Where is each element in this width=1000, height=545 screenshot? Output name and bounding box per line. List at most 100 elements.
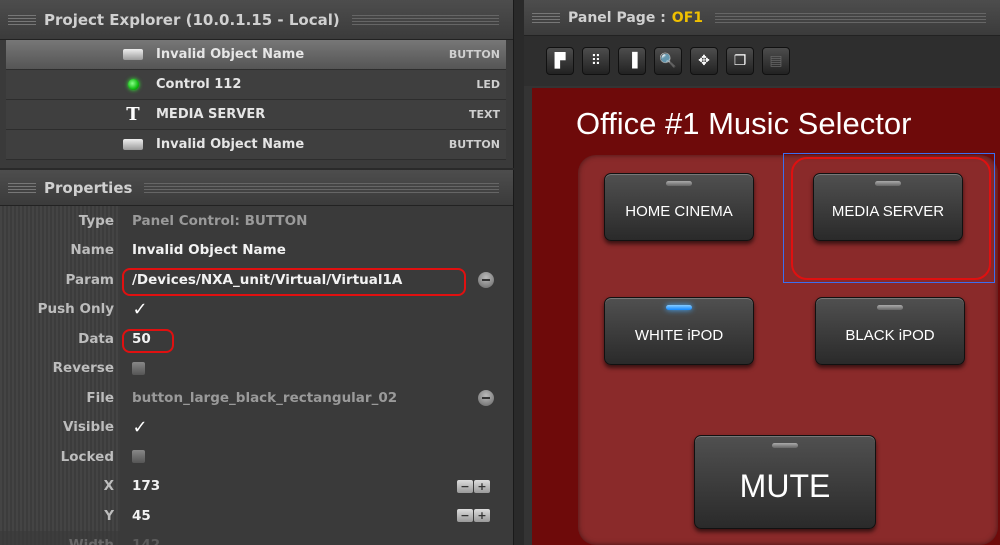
property-name-field[interactable]: Invalid Object Name [120,236,514,266]
properties-titlebar[interactable]: Properties [0,170,513,206]
panel-page-name: OF1 [671,9,704,26]
panel-page-panel: Panel Page : OF1 ▛ ⠿ ▐ 🔍 ✥ ❐ ▤ Office #1… [524,0,1000,545]
minus-icon[interactable]: − [457,479,473,493]
property-param-field[interactable]: /Devices/NXA_unit/Virtual/Virtual1A [132,272,402,288]
property-row-y: Y 45 − + [0,501,514,531]
button-label: BLACK iPOD [845,326,935,344]
property-row-name: Name Invalid Object Name [0,235,514,266]
properties-panel: Properties Type Panel Control: BUTTON Na… [0,170,514,545]
locked-checkbox[interactable] [132,450,145,464]
property-file-field[interactable]: button_large_black_rectangular_02 [132,390,397,406]
snap-icon[interactable]: ▐ [618,47,646,75]
list-item-type: BUTTON [448,48,500,61]
list-item[interactable]: Control 112 LED [6,70,506,100]
list-item[interactable]: Invalid Object Name BUTTON [6,40,506,70]
led-indicator [666,305,692,310]
property-data-field[interactable]: 50 [120,324,514,354]
copy-icon[interactable]: ❐ [726,47,754,75]
plus-icon[interactable]: + [474,479,490,493]
canvas-title: Office #1 Music Selector [576,106,912,141]
list-item[interactable]: Invalid Object Name BUTTON [6,130,506,160]
property-row-file: File button_large_black_rectangular_02 [0,383,514,413]
zoom-icon[interactable]: 🔍 [654,47,682,75]
property-label: Type [0,206,120,236]
property-y-field[interactable]: 45 [132,508,151,524]
list-item-name: MEDIA SERVER [156,107,266,122]
list-item-name: Invalid Object Name [156,47,305,62]
property-type-value: Panel Control: BUTTON [132,212,308,229]
property-label: Visible [0,412,120,442]
black-ipod-button[interactable]: BLACK iPOD [815,297,965,365]
grip-icon [715,12,986,23]
grip-icon [8,182,36,193]
paste-icon[interactable]: ▤ [762,47,790,75]
properties-grid: Type Panel Control: BUTTON Name Invalid … [0,206,514,545]
property-x-field[interactable]: 173 [132,478,160,494]
panel-page-titlebar[interactable]: Panel Page : OF1 [524,0,1000,36]
properties-title: Properties [44,178,133,197]
visible-checkbox[interactable]: ✓ [132,417,148,438]
led-icon [127,79,139,90]
button-label: WHITE iPOD [634,326,724,344]
minus-icon[interactable]: − [457,509,473,523]
property-label: Data [0,324,120,354]
led-indicator [877,305,903,310]
panel-canvas: Office #1 Music Selector HOME CINEMA MED… [532,88,1000,545]
property-row-x: X 173 − + [0,471,514,501]
list-item-type: LED [476,78,500,91]
property-label: Y [0,501,120,531]
button-label: MUTE [739,467,831,504]
property-label: Width [0,530,120,545]
property-width-field[interactable]: 142 [120,531,514,545]
selection-box [783,153,995,283]
led-indicator [666,181,692,186]
property-label: Name [0,235,120,265]
reverse-checkbox[interactable] [132,361,145,375]
x-stepper[interactable]: − + [457,479,490,493]
button-label: HOME CINEMA [625,202,733,220]
param-browse-button[interactable] [478,271,494,288]
file-browse-button[interactable] [478,389,494,406]
home-cinema-button[interactable]: HOME CINEMA [604,173,754,241]
grip-icon [351,14,499,25]
list-item-type: BUTTON [448,138,500,151]
property-row-width: Width 142 [0,530,514,545]
y-stepper[interactable]: − + [457,509,490,523]
property-row-locked: Locked [0,442,514,472]
led-indicator [772,443,798,448]
grip-icon [144,182,499,193]
property-label: Push Only [0,294,120,324]
property-row-reverse: Reverse [0,353,514,383]
button-icon [123,49,143,60]
property-label: Param [0,265,120,295]
property-row-data: Data 50 [0,324,514,354]
property-label: X [0,471,120,501]
project-explorer-titlebar[interactable]: Project Explorer (10.0.1.15 - Local) [0,0,513,40]
push-only-checkbox[interactable]: ✓ [132,299,148,320]
move-icon[interactable]: ✥ [690,47,718,75]
mute-button[interactable]: MUTE [694,435,876,529]
property-row-visible: Visible ✓ [0,412,514,442]
button-icon [123,139,143,150]
property-row-type: Type Panel Control: BUTTON [0,206,514,236]
grid-icon[interactable]: ⠿ [582,47,610,75]
property-label: Locked [0,442,120,472]
project-explorer-title: Project Explorer (10.0.1.15 - Local) [44,10,340,29]
ruler-icon[interactable]: ▛ [546,47,574,75]
list-item-type: TEXT [468,108,500,121]
list-item-name: Control 112 [156,77,242,92]
white-ipod-button[interactable]: WHITE iPOD [604,297,754,365]
list-item[interactable]: T MEDIA SERVER TEXT [6,100,506,130]
property-label: Reverse [0,353,120,383]
panel-page-title-prefix: Panel Page : [568,9,666,26]
plus-icon[interactable]: + [474,509,490,523]
list-item-name: Invalid Object Name [156,137,305,152]
project-explorer-panel: Project Explorer (10.0.1.15 - Local) Inv… [0,0,514,168]
property-row-param: Param /Devices/NXA_unit/Virtual/Virtual1… [0,265,514,295]
text-icon: T [126,103,140,125]
panel-page-toolbar: ▛ ⠿ ▐ 🔍 ✥ ❐ ▤ [524,36,1000,86]
property-label: File [0,383,120,413]
project-explorer-list: Invalid Object Name BUTTON Control 112 L… [6,40,506,160]
grip-icon [532,12,560,23]
grip-icon [8,14,36,25]
